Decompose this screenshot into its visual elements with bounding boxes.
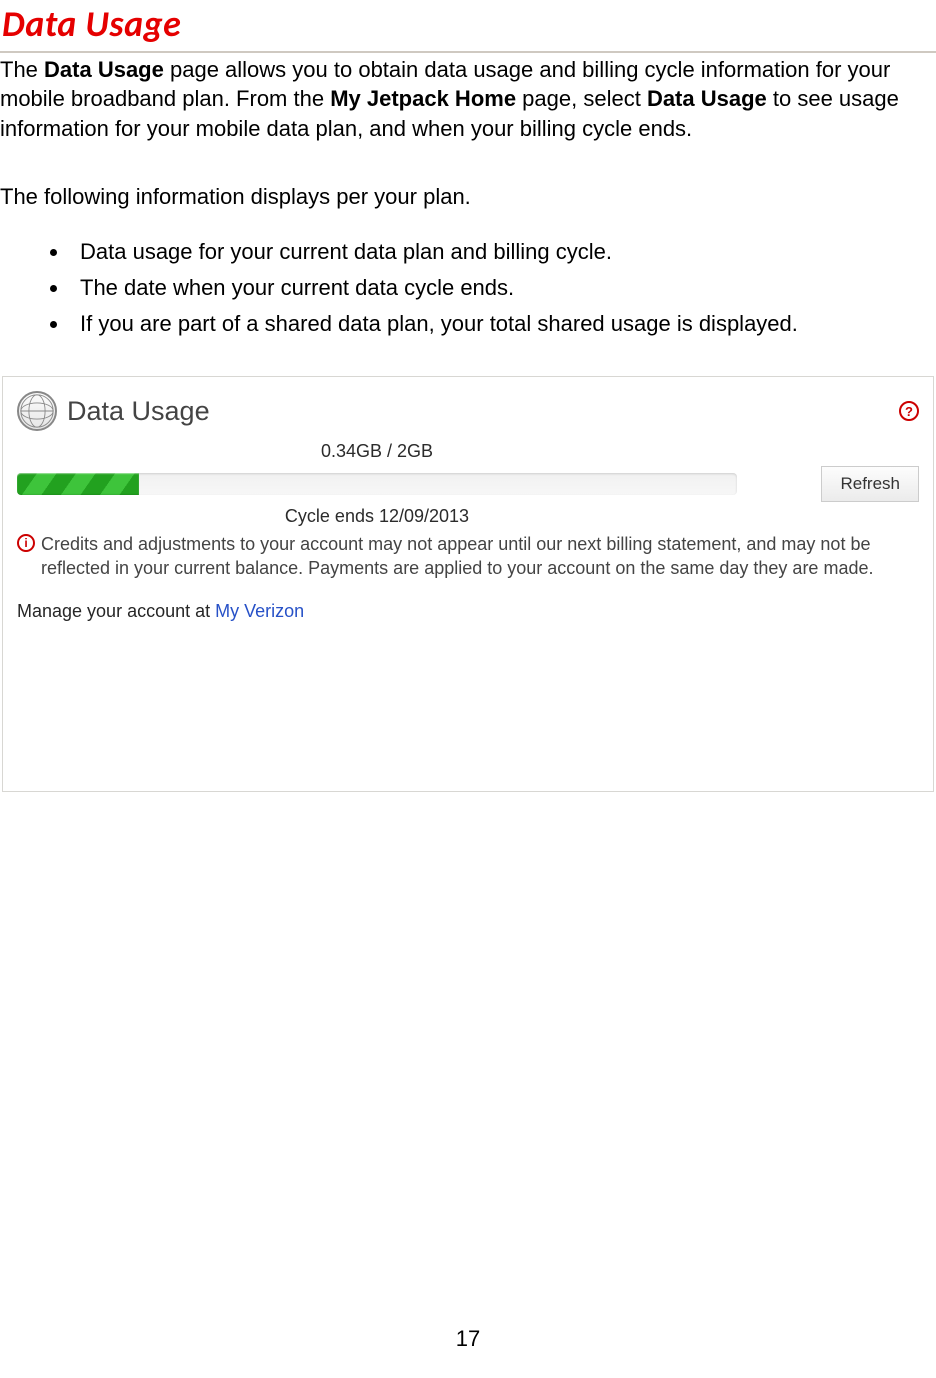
info-icon: i	[17, 534, 35, 552]
subhead-text: The following information displays per y…	[0, 182, 936, 212]
usage-amount-label: 0.34GB / 2GB	[17, 439, 737, 463]
cycle-end-label: Cycle ends 12/09/2013	[17, 504, 737, 528]
list-item: The date when your current data cycle en…	[70, 273, 936, 303]
notice-text: Credits and adjustments to your account …	[41, 532, 919, 581]
list-item: Data usage for your current data plan an…	[70, 237, 936, 267]
bullet-list: Data usage for your current data plan an…	[70, 237, 936, 338]
intro-paragraph: The Data Usage page allows you to obtain…	[0, 55, 936, 144]
title-divider	[0, 51, 936, 53]
usage-progress-bar	[17, 473, 737, 495]
manage-account-text: Manage your account at My Verizon	[17, 599, 919, 623]
panel-header: Data Usage ?	[17, 391, 919, 431]
help-icon[interactable]: ?	[899, 401, 919, 421]
usage-row: Refresh	[17, 466, 919, 502]
my-verizon-link[interactable]: My Verizon	[215, 601, 304, 621]
data-usage-panel: Data Usage ? 0.34GB / 2GB Refresh Cycle …	[2, 376, 934, 792]
manage-prefix: Manage your account at	[17, 601, 215, 621]
page-number: 17	[0, 1324, 936, 1354]
globe-icon	[17, 391, 57, 431]
page-title: Data Usage	[2, 0, 936, 49]
notice-row: i Credits and adjustments to your accoun…	[17, 532, 919, 581]
list-item: If you are part of a shared data plan, y…	[70, 309, 936, 339]
panel-title: Data Usage	[67, 393, 210, 429]
refresh-button[interactable]: Refresh	[821, 466, 919, 502]
usage-progress-fill	[17, 473, 139, 495]
